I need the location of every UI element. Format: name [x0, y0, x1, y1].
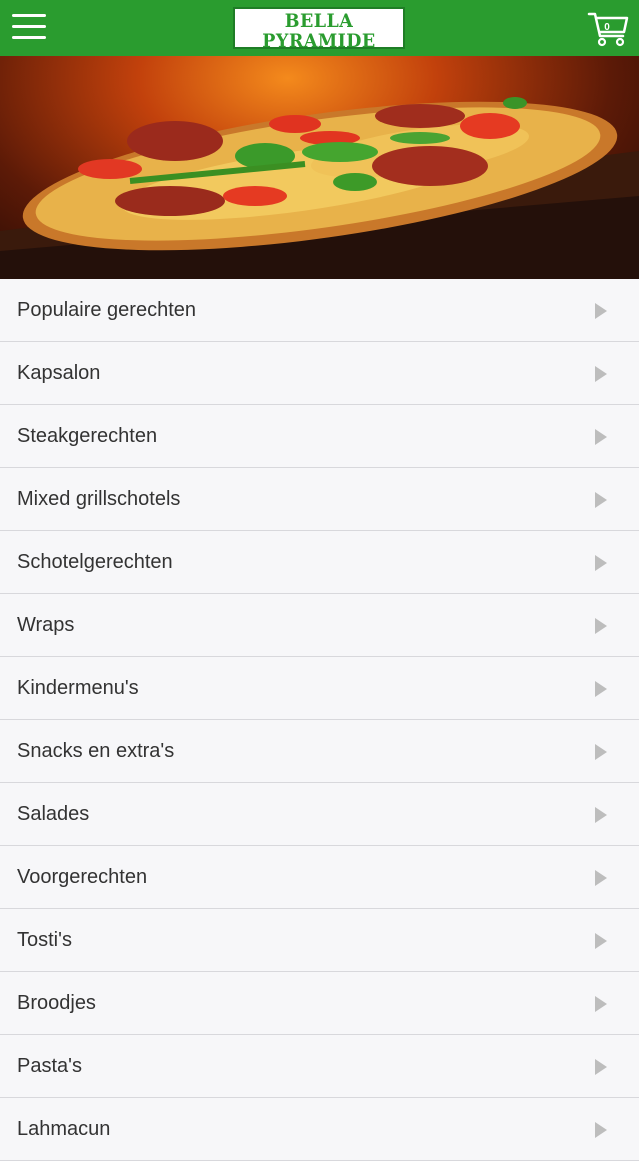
- category-label: Steakgerechten: [17, 425, 158, 447]
- chevron-right-icon: [595, 303, 607, 319]
- category-item[interactable]: Wraps: [0, 594, 639, 657]
- category-list: Populaire gerechten Kapsalon Steakgerech…: [0, 279, 639, 1161]
- chevron-right-icon: [595, 933, 607, 949]
- category-item[interactable]: Salades: [0, 783, 639, 846]
- category-label: Salades: [17, 803, 90, 825]
- category-label: Voorgerechten: [17, 866, 148, 888]
- chevron-right-icon: [595, 681, 607, 697]
- category-label: Populaire gerechten: [17, 299, 197, 321]
- category-label: Snacks en extra's: [17, 740, 175, 762]
- category-item[interactable]: Pasta's: [0, 1035, 639, 1098]
- logo-title: BELLA PYRAMIDE: [262, 10, 376, 52]
- hamburger-menu-icon[interactable]: [12, 14, 46, 42]
- category-label: Tosti's: [17, 929, 72, 951]
- chevron-right-icon: [595, 429, 607, 445]
- category-item[interactable]: Voorgerechten: [0, 846, 639, 909]
- cart-count-badge: 0: [604, 22, 610, 33]
- chevron-right-icon: [595, 366, 607, 382]
- brand-logo: BELLA PYRAMIDE gespecialiseerd in pizza'…: [233, 7, 405, 59]
- category-item[interactable]: Lahmacun: [0, 1098, 639, 1161]
- category-label: Pasta's: [17, 1055, 82, 1077]
- category-item[interactable]: Populaire gerechten: [0, 279, 639, 342]
- category-label: Broodjes: [17, 992, 96, 1014]
- category-item[interactable]: Kindermenu's: [0, 657, 639, 720]
- category-item[interactable]: Broodjes: [0, 972, 639, 1035]
- chevron-right-icon: [595, 1059, 607, 1075]
- chevron-right-icon: [595, 618, 607, 634]
- category-item[interactable]: Kapsalon: [0, 342, 639, 405]
- hero-pizza-image: [0, 56, 639, 279]
- category-item[interactable]: Tosti's: [0, 909, 639, 972]
- shopping-cart-button[interactable]: 0: [587, 8, 631, 48]
- app-header: BELLA PYRAMIDE gespecialiseerd in pizza'…: [0, 0, 639, 59]
- category-label: Lahmacun: [17, 1118, 111, 1140]
- category-label: Mixed grillschotels: [17, 488, 181, 510]
- category-label: Kapsalon: [17, 362, 101, 384]
- chevron-right-icon: [595, 492, 607, 508]
- category-item[interactable]: Mixed grillschotels: [0, 468, 639, 531]
- category-label: Kindermenu's: [17, 677, 139, 699]
- chevron-right-icon: [595, 807, 607, 823]
- category-item[interactable]: Steakgerechten: [0, 405, 639, 468]
- chevron-right-icon: [595, 555, 607, 571]
- chevron-right-icon: [595, 744, 607, 760]
- chevron-right-icon: [595, 870, 607, 886]
- chevron-right-icon: [595, 996, 607, 1012]
- category-label: Wraps: [17, 614, 75, 636]
- category-item[interactable]: Schotelgerechten: [0, 531, 639, 594]
- category-label: Schotelgerechten: [17, 551, 173, 573]
- category-item[interactable]: Snacks en extra's: [0, 720, 639, 783]
